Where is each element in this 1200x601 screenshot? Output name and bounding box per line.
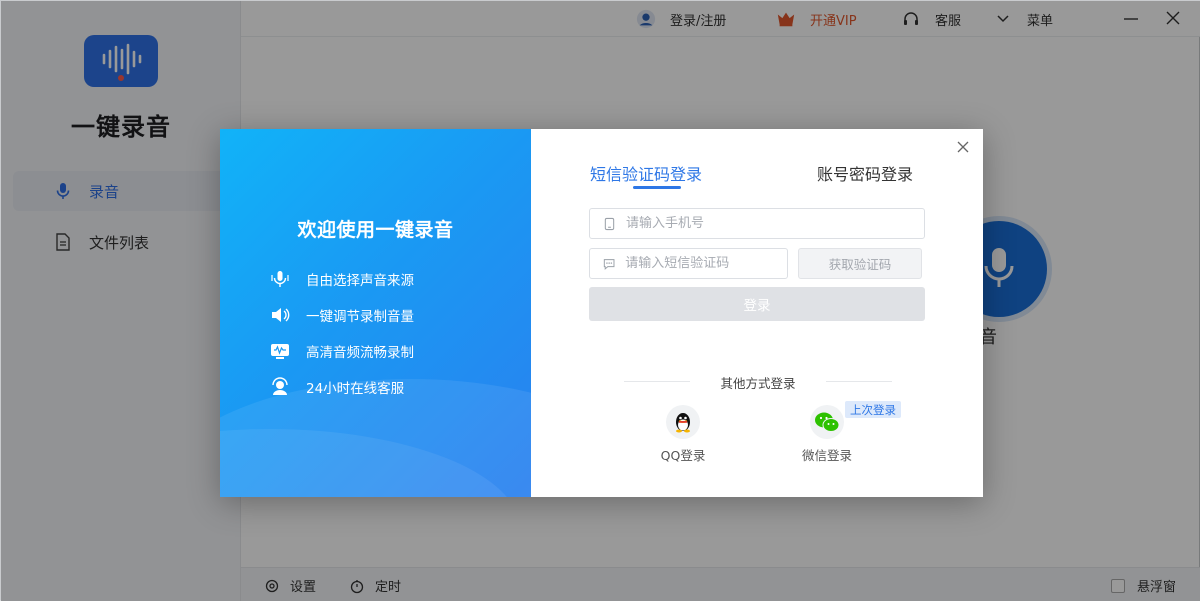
tab-sms-login[interactable]: 短信验证码登录: [590, 161, 702, 185]
phone-icon: [604, 217, 615, 230]
qq-icon: [676, 413, 690, 433]
login-dialog: 欢迎使用一键录音 自由选择声音来源 一键调节录制音量 高清音频流畅录制 24小时…: [220, 129, 983, 497]
app-window: 一键录音 录音 文件列表 登录/注册 开通VIP 客服 菜单 设置 定时 悬浮窗…: [0, 0, 1200, 601]
feature-item: 24小时在线客服: [270, 377, 404, 397]
hd-audio-icon: [270, 341, 290, 361]
login-button[interactable]: 登录: [589, 287, 925, 321]
feature-label: 高清音频流畅录制: [306, 345, 414, 361]
dialog-close-button[interactable]: [955, 139, 971, 155]
tab-password-login[interactable]: 账号密码登录: [817, 161, 913, 185]
qq-login-label: QQ登录: [660, 448, 706, 463]
wechat-login-label: 微信登录: [801, 448, 852, 463]
get-code-button[interactable]: 获取验证码: [798, 248, 922, 279]
feature-item: 自由选择声音来源: [270, 269, 414, 289]
feature-label: 一键调节录制音量: [306, 309, 414, 325]
sms-code-field[interactable]: [589, 248, 788, 279]
divider: [624, 381, 690, 382]
other-login-title: 其他方式登录: [720, 376, 796, 391]
phone-input[interactable]: [626, 216, 924, 231]
wechat-login-button[interactable]: [803, 405, 851, 439]
feature-label: 24小时在线客服: [306, 381, 405, 397]
sms-code-input[interactable]: [625, 256, 787, 271]
feature-item: 高清音频流畅录制: [270, 341, 414, 361]
speaker-icon: [270, 305, 290, 325]
login-dialog-banner: 欢迎使用一键录音 自由选择声音来源 一键调节录制音量 高清音频流畅录制 24小时…: [220, 129, 531, 497]
login-form-panel: 短信验证码登录 账号密码登录 获取验证码 登录 其他方式登录 QQ登录: [531, 129, 983, 497]
active-tab-indicator: [633, 186, 681, 189]
customer-service-icon: [270, 377, 290, 397]
close-icon: [957, 141, 969, 153]
divider: [826, 381, 892, 382]
last-login-badge: 上次登录: [845, 401, 901, 418]
welcome-title: 欢迎使用一键录音: [297, 219, 454, 241]
qq-login-button[interactable]: [659, 405, 707, 439]
feature-item: 一键调节录制音量: [270, 305, 414, 325]
feature-label: 自由选择声音来源: [306, 273, 414, 289]
wechat-icon: [815, 412, 840, 432]
microphone-icon: [270, 269, 290, 289]
message-icon: [603, 258, 615, 270]
phone-field[interactable]: [589, 208, 925, 239]
